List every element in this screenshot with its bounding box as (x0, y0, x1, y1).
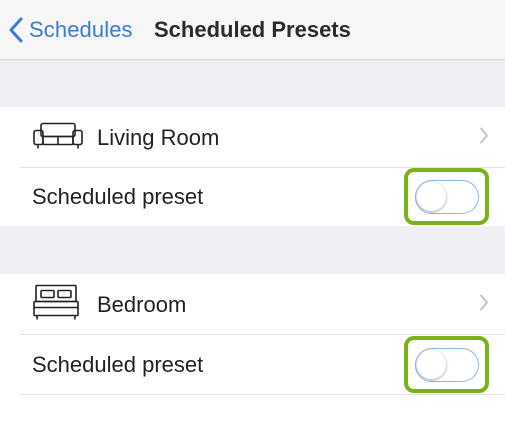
room-name: Living Room (97, 124, 220, 150)
sofa-icon (32, 120, 84, 155)
scheduled-preset-label: Scheduled preset (32, 184, 204, 209)
room-name: Bedroom (97, 291, 187, 317)
scheduled-preset-row-living-room: Scheduled preset (0, 168, 505, 226)
scheduled-preset-toggle[interactable] (415, 180, 479, 214)
bed-icon (32, 283, 80, 326)
scheduled-preset-row-bedroom: Scheduled preset (0, 335, 505, 395)
page-title: Scheduled Presets (154, 17, 351, 42)
toggle-knob (417, 182, 446, 211)
scheduled-preset-label: Scheduled preset (32, 352, 204, 377)
back-button[interactable]: Schedules (8, 14, 133, 46)
chevron-left-icon (8, 17, 24, 43)
section-gap (0, 226, 505, 274)
toggle-knob (417, 350, 446, 379)
toggle-highlight (404, 168, 489, 225)
toggle-highlight (404, 336, 489, 393)
room-row-living-room[interactable]: Living Room (0, 107, 505, 168)
navigation-bar: Schedules Scheduled Presets (0, 0, 505, 60)
row-separator (20, 394, 505, 395)
section-gap (0, 60, 505, 107)
room-row-bedroom[interactable]: Bedroom (0, 274, 505, 335)
chevron-right-icon (479, 293, 489, 316)
scheduled-preset-toggle[interactable] (415, 348, 479, 382)
chevron-right-icon (479, 126, 489, 149)
back-button-label: Schedules (29, 17, 133, 42)
